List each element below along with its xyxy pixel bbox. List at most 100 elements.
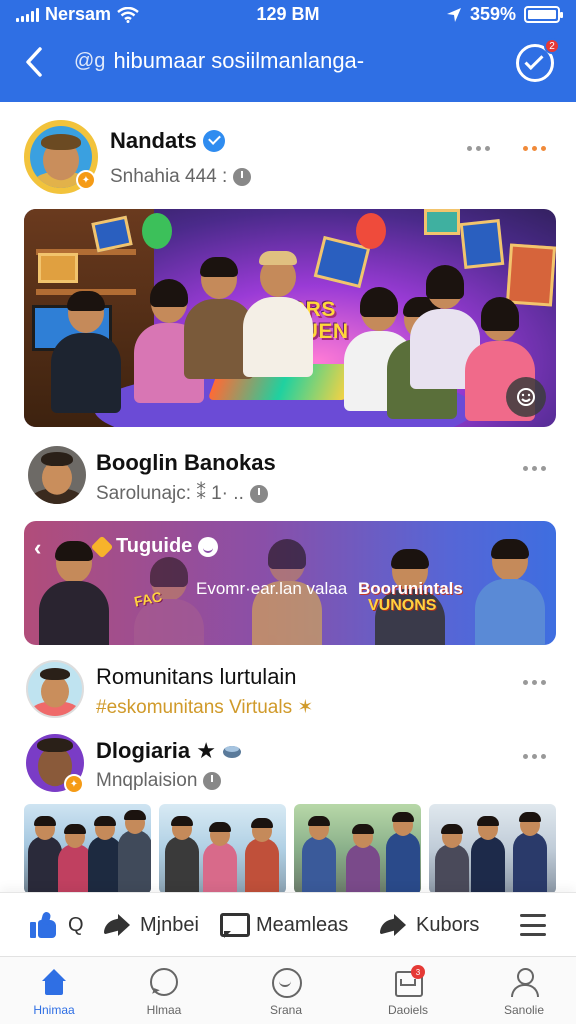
header: Nersam 129 BM 359% @g hibumaar sosiilman… [0,0,576,102]
more-options-button[interactable] [521,746,548,767]
hamburger-menu-icon [520,914,546,936]
status-right: 359% [446,4,563,25]
tab-profile[interactable]: Sanolie [474,967,574,1023]
comment-label: Meamleas [256,913,349,936]
smile-icon [269,967,303,999]
person [470,539,550,645]
media-action-button[interactable] [506,377,546,417]
home-icon [37,967,71,999]
clock-icon [249,484,268,503]
post-header: Booglin Banokas Sarolunajc: ⁑ 1· .. [24,442,552,522]
balloon-green [142,213,172,249]
post-meta: Snhahia 444 : [110,166,252,188]
banner-slogan: Evomr·ear.lan valaa [196,579,348,598]
more-options-orange-button[interactable] [521,138,548,159]
post-author[interactable]: Nandats [110,128,225,154]
tutorial-banner[interactable]: ‹ Tuguide FAC Evomr·ear.lan valaa Boorun… [24,521,556,645]
balloon-red [356,213,386,249]
notification-badge: 2 [544,38,560,54]
tab-label: Hlmaa [146,1003,182,1017]
share-label: Mjnbei [140,913,199,936]
emoji-icon [222,746,241,758]
post-subtitle: #eskomunitans Virtuals ✶ [96,697,314,718]
comment-button[interactable]: Meamleas [220,909,348,941]
chat-icon [147,967,181,999]
inbox-badge: 3 [411,965,425,979]
nav-title-text: hibumaar sosiilmanlanga- [113,48,365,73]
back-button[interactable] [16,44,52,80]
post-meta: Sarolunajc: ⁑ 1· .. [96,482,268,505]
author-name: Nandats [110,128,197,153]
status-bar: Nersam 129 BM 359% [0,0,576,30]
forward-arrow-icon [380,914,406,936]
tab-label: Srana [269,1003,303,1017]
location-arrow-icon [446,7,461,22]
inbox-icon: 3 [391,965,425,999]
post-author[interactable]: Dlogiaria ★ [96,738,242,764]
gallery-photo[interactable] [159,804,286,892]
post-subtitle: Mnqplaision [96,770,198,791]
tab-home[interactable]: Hnimaa [4,967,104,1023]
notifications-button[interactable]: 2 [516,38,560,82]
gallery-photo[interactable] [429,804,556,892]
more-options-button[interactable] [521,458,548,479]
gallery-photo[interactable] [294,804,421,892]
share-arrow-icon [104,914,130,936]
level-badge-icon: ✦ [64,774,84,794]
user-icon [507,967,541,999]
nav-bar: @g hibumaar sosiilmanlanga- 2 [0,36,576,92]
banner-headline: Boorunintals [358,579,463,598]
author-name: Dlogiaria ★ [96,738,216,763]
clock-icon [203,772,222,790]
tab-reactions[interactable]: Srana [236,967,336,1023]
person [238,249,318,389]
battery-percent: 359% [469,4,516,24]
more-options-button[interactable] [465,138,492,159]
nav-title-prefix: @g [74,49,106,72]
like-label: Q [68,913,84,936]
level-badge-icon: ✦ [76,170,96,190]
share-button[interactable]: Mjnbei [104,909,199,941]
author-name: Booglin Banokas [96,450,276,475]
verified-icon [202,130,225,152]
avatar[interactable] [28,446,86,504]
photo-gallery [24,804,556,892]
battery-icon [524,6,563,23]
post-action-bar: Q Mjnbei Meamleas Kubors [0,892,576,956]
avatar[interactable] [26,660,84,718]
post-image-party[interactable]: FACRS VIONUEN [24,209,556,427]
menu-button[interactable] [520,909,546,941]
forward-label: Kubors [416,913,480,936]
banner-title-text: Tuguide [116,535,193,557]
person [46,291,126,427]
feed: ✦ Nandats Snhahia 444 : Booglin Banokas … [0,102,576,892]
post-meta: Mnqplaision [96,770,222,792]
chevron-left-icon [26,47,42,77]
clock-icon [233,168,252,186]
post-author[interactable]: Romunitans lurtulain [96,664,297,690]
app-screen: Nersam 129 BM 359% @g hibumaar sosiilman… [0,0,576,1024]
tab-chat[interactable]: Hlmaa [114,967,214,1023]
post-subtitle: Sarolunajc: ⁑ 1· .. [96,483,244,504]
more-options-button[interactable] [521,672,548,693]
person [34,541,114,645]
forward-button[interactable]: Kubors [380,909,479,941]
thumbs-up-icon [30,911,58,938]
post-header: ✦ Nandats Snhahia 444 : [24,118,552,198]
post-subtitle: Snhahia 444 : [110,166,228,187]
gallery-photo[interactable] [24,804,151,892]
tab-inbox[interactable]: 3 Daoiels [358,965,458,1023]
post-header: ✦ Dlogiaria ★ Mnqplaision [24,730,552,810]
nav-title: @g hibumaar sosiilmanlanga- [74,48,364,74]
emoji-add-icon [517,388,535,406]
post-meta: #eskomunitans Virtuals ✶ [96,696,313,719]
like-button[interactable]: Q [30,909,84,941]
post-author[interactable]: Booglin Banokas [96,450,276,476]
post-header: Romunitans lurtulain #eskomunitans Virtu… [24,656,552,736]
tab-label: Sanolie [503,1003,545,1017]
tab-label: Hnimaa [33,1003,75,1017]
bottom-tab-bar: Hnimaa Hlmaa Srana 3 Daoiels Sanolie [0,956,576,1024]
author-name: Romunitans lurtulain [96,664,297,689]
tab-label: Daoiels [387,1003,429,1017]
banner-headline-sub: VUNONS [368,597,437,614]
